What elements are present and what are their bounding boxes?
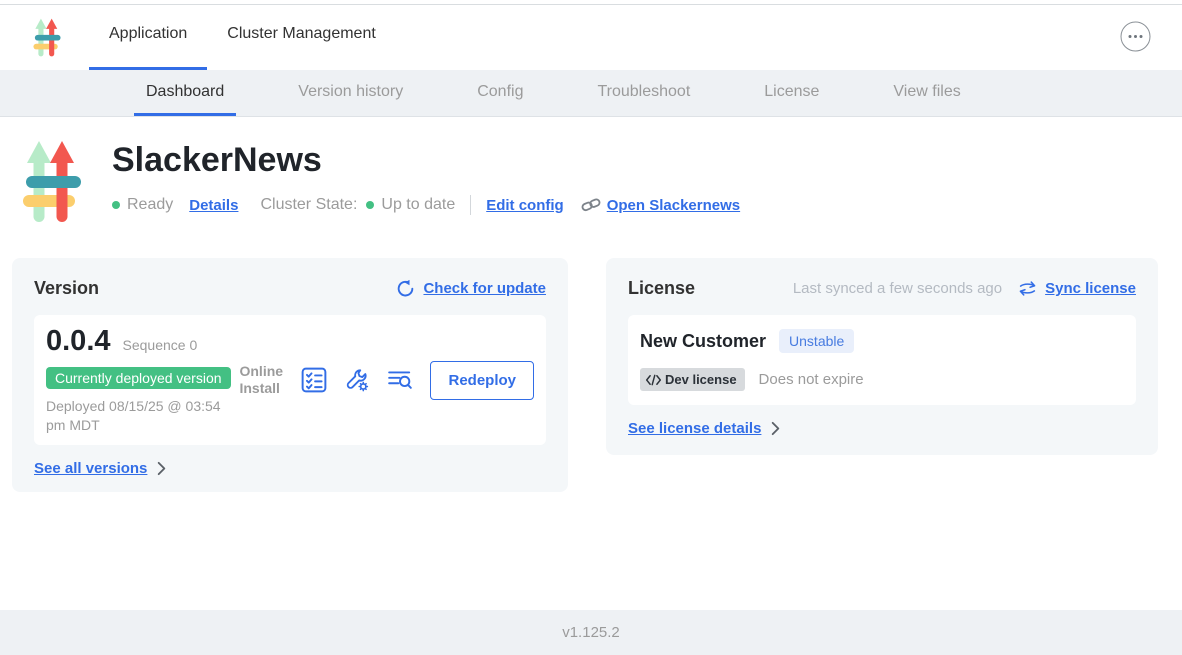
cluster-state-value: Up to date <box>381 196 455 214</box>
admin-console-page: Application Cluster Management Dashboard… <box>0 0 1182 655</box>
console-footer: v1.125.2 <box>0 610 1182 655</box>
check-for-update-link[interactable]: Check for update <box>396 279 546 298</box>
code-icon <box>645 374 662 386</box>
license-card: License Last synced a few seconds ago <box>606 258 1158 455</box>
tab-dashboard[interactable]: Dashboard <box>134 70 236 116</box>
dashboard-main: SlackerNews Ready Details Cluster State:… <box>0 117 1182 610</box>
license-card-title: License <box>628 278 695 299</box>
last-synced-label: Last synced a few seconds ago <box>793 280 1002 297</box>
top-bar: Application Cluster Management <box>0 0 1182 70</box>
version-card: Version Check for update 0.0.4 Sequence … <box>12 258 568 492</box>
refresh-icon <box>396 279 415 298</box>
tab-troubleshoot[interactable]: Troubleshoot <box>585 70 702 116</box>
app-status-label: Ready <box>127 196 173 214</box>
see-license-details-link[interactable]: See license details <box>628 420 761 437</box>
cluster-state-label: Cluster State: <box>260 196 357 214</box>
app-sub-nav: Dashboard Version history Config Trouble… <box>0 70 1182 117</box>
link-icon <box>581 195 601 215</box>
channel-badge: Unstable <box>779 329 854 353</box>
version-card-title: Version <box>34 278 99 299</box>
app-logo-icon <box>33 17 61 58</box>
version-number: 0.0.4 <box>46 325 111 358</box>
deploy-logs-icon[interactable] <box>387 367 413 393</box>
edit-config-icon[interactable] <box>344 367 370 393</box>
open-app-link[interactable]: Open Slackernews <box>607 197 740 214</box>
sync-icon <box>1018 279 1037 298</box>
divider <box>470 195 471 215</box>
license-expiry-label: Does not expire <box>759 371 864 388</box>
tab-cluster-management[interactable]: Cluster Management <box>207 0 396 70</box>
deployed-timestamp: Deployed 08/15/25 @ 03:54 pm MDT <box>46 397 232 435</box>
tab-version-history[interactable]: Version history <box>286 70 415 116</box>
console-version-label: v1.125.2 <box>562 624 620 641</box>
app-status-row: Ready Details Cluster State: Up to date … <box>112 195 740 215</box>
top-nav: Application Cluster Management <box>89 0 396 70</box>
chevron-right-icon <box>156 461 167 476</box>
current-version-panel: 0.0.4 Sequence 0 Currently deployed vers… <box>34 315 546 445</box>
customer-name: New Customer <box>640 331 766 352</box>
tab-application[interactable]: Application <box>89 0 207 70</box>
status-details-link[interactable]: Details <box>189 197 238 214</box>
ellipsis-icon <box>1120 21 1151 52</box>
tab-license[interactable]: License <box>752 70 831 116</box>
top-divider <box>0 4 1182 5</box>
install-type-label: Online Install <box>239 363 287 397</box>
preflight-checks-icon[interactable] <box>301 367 327 393</box>
see-all-versions-link[interactable]: See all versions <box>34 460 147 477</box>
cluster-state-dot <box>366 201 374 209</box>
sync-license-link[interactable]: Sync license <box>1018 279 1136 298</box>
tab-config[interactable]: Config <box>465 70 535 116</box>
license-summary-panel: New Customer Unstable Dev license Does n… <box>628 315 1136 405</box>
chevron-right-icon <box>770 421 781 436</box>
license-type-badge: Dev license <box>640 368 745 391</box>
tab-view-files[interactable]: View files <box>881 70 972 116</box>
app-status-dot <box>112 201 120 209</box>
app-logo-large-icon <box>22 137 82 226</box>
deployed-status-badge: Currently deployed version <box>46 367 231 389</box>
redeploy-button[interactable]: Redeploy <box>430 361 534 400</box>
sequence-label: Sequence 0 <box>123 337 198 353</box>
overflow-menu-button[interactable] <box>1120 21 1151 52</box>
app-header: SlackerNews Ready Details Cluster State:… <box>22 137 740 226</box>
edit-config-link[interactable]: Edit config <box>486 197 564 214</box>
page-title: SlackerNews <box>112 141 740 180</box>
